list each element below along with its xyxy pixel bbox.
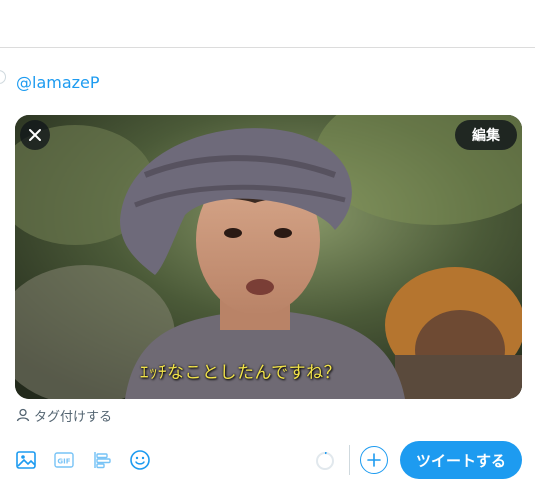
avatar bbox=[0, 70, 6, 84]
add-emoji-button[interactable] bbox=[128, 448, 152, 472]
svg-text:GIF: GIF bbox=[57, 458, 70, 466]
toolbar-divider bbox=[349, 445, 350, 475]
poll-icon bbox=[94, 452, 111, 469]
attached-media bbox=[15, 115, 522, 399]
plus-icon bbox=[367, 453, 381, 467]
tweet-button[interactable]: ツイートする bbox=[400, 441, 522, 479]
character-counter bbox=[315, 451, 335, 471]
add-media-button[interactable] bbox=[14, 448, 38, 472]
top-divider bbox=[0, 47, 535, 48]
person-icon bbox=[16, 408, 30, 422]
close-icon bbox=[29, 129, 41, 141]
add-poll-button[interactable] bbox=[90, 448, 114, 472]
media-image bbox=[15, 115, 522, 399]
gif-icon: GIF bbox=[54, 452, 74, 468]
edit-media-button[interactable]: 編集 bbox=[455, 120, 517, 150]
media-subtitle: ｴｯﾁなことしたんですね？ bbox=[140, 363, 342, 383]
tag-people-label: タグ付けする bbox=[34, 409, 113, 425]
emoji-icon bbox=[130, 450, 150, 470]
progress-ring-icon bbox=[316, 452, 334, 470]
image-icon bbox=[16, 451, 36, 469]
composer-toolbar: GIF bbox=[14, 448, 166, 472]
add-gif-button[interactable]: GIF bbox=[52, 448, 76, 472]
tag-people-button[interactable]: タグ付けする bbox=[16, 406, 113, 425]
remove-media-button[interactable] bbox=[20, 120, 50, 150]
reply-to-handle[interactable]: @lamazeP bbox=[16, 73, 100, 92]
add-tweet-button[interactable] bbox=[360, 446, 388, 474]
